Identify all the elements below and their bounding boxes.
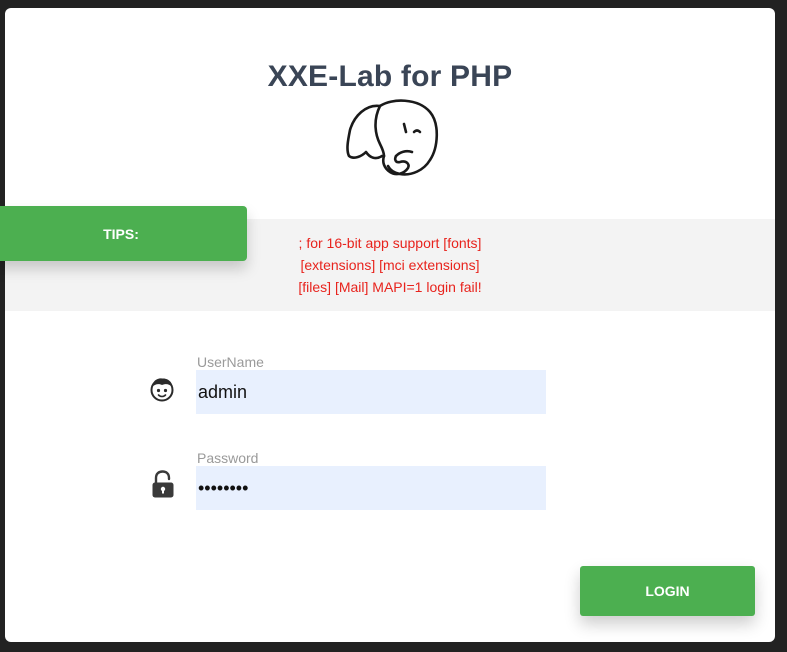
tips-line: [extensions] [mci extensions] [300,257,480,273]
unlock-icon [152,470,174,498]
tips-badge: TIPS: [0,206,247,261]
password-label: Password [197,450,259,466]
username-label: UserName [197,354,264,370]
tips-line: ; for 16-bit app support [fonts] [298,235,482,251]
tips-message: ; for 16-bit app support [fonts] [extens… [270,232,510,298]
username-input[interactable] [196,370,546,414]
tips-line: [files] [Mail] MAPI=1 login fail! [298,279,482,295]
password-input[interactable] [196,466,546,510]
page-title: XXE-Lab for PHP [267,60,513,93]
login-button[interactable]: LOGIN [580,566,755,616]
login-card: XXE-Lab for PHP ; for 16-bit app support… [5,8,775,642]
php-elephant-icon [346,99,439,176]
user-face-icon [150,378,174,402]
